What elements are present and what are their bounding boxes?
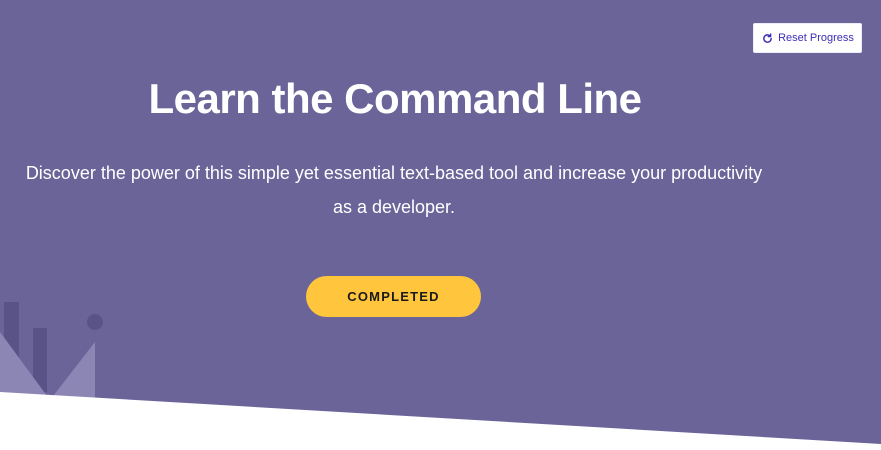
- course-description: Discover the power of this simple yet es…: [25, 163, 763, 217]
- completed-status-button[interactable]: COMPLETED: [306, 276, 481, 317]
- wave-divider: [0, 392, 881, 450]
- decor-dot: [87, 314, 103, 330]
- refresh-icon: [761, 32, 773, 44]
- page-title: Learn the Command Line: [148, 75, 642, 122]
- reset-progress-label: Reset Progress: [778, 32, 854, 44]
- hero-banner: Reset Progress Learn the Command Line Di…: [0, 0, 881, 450]
- reset-progress-button[interactable]: Reset Progress: [753, 23, 862, 53]
